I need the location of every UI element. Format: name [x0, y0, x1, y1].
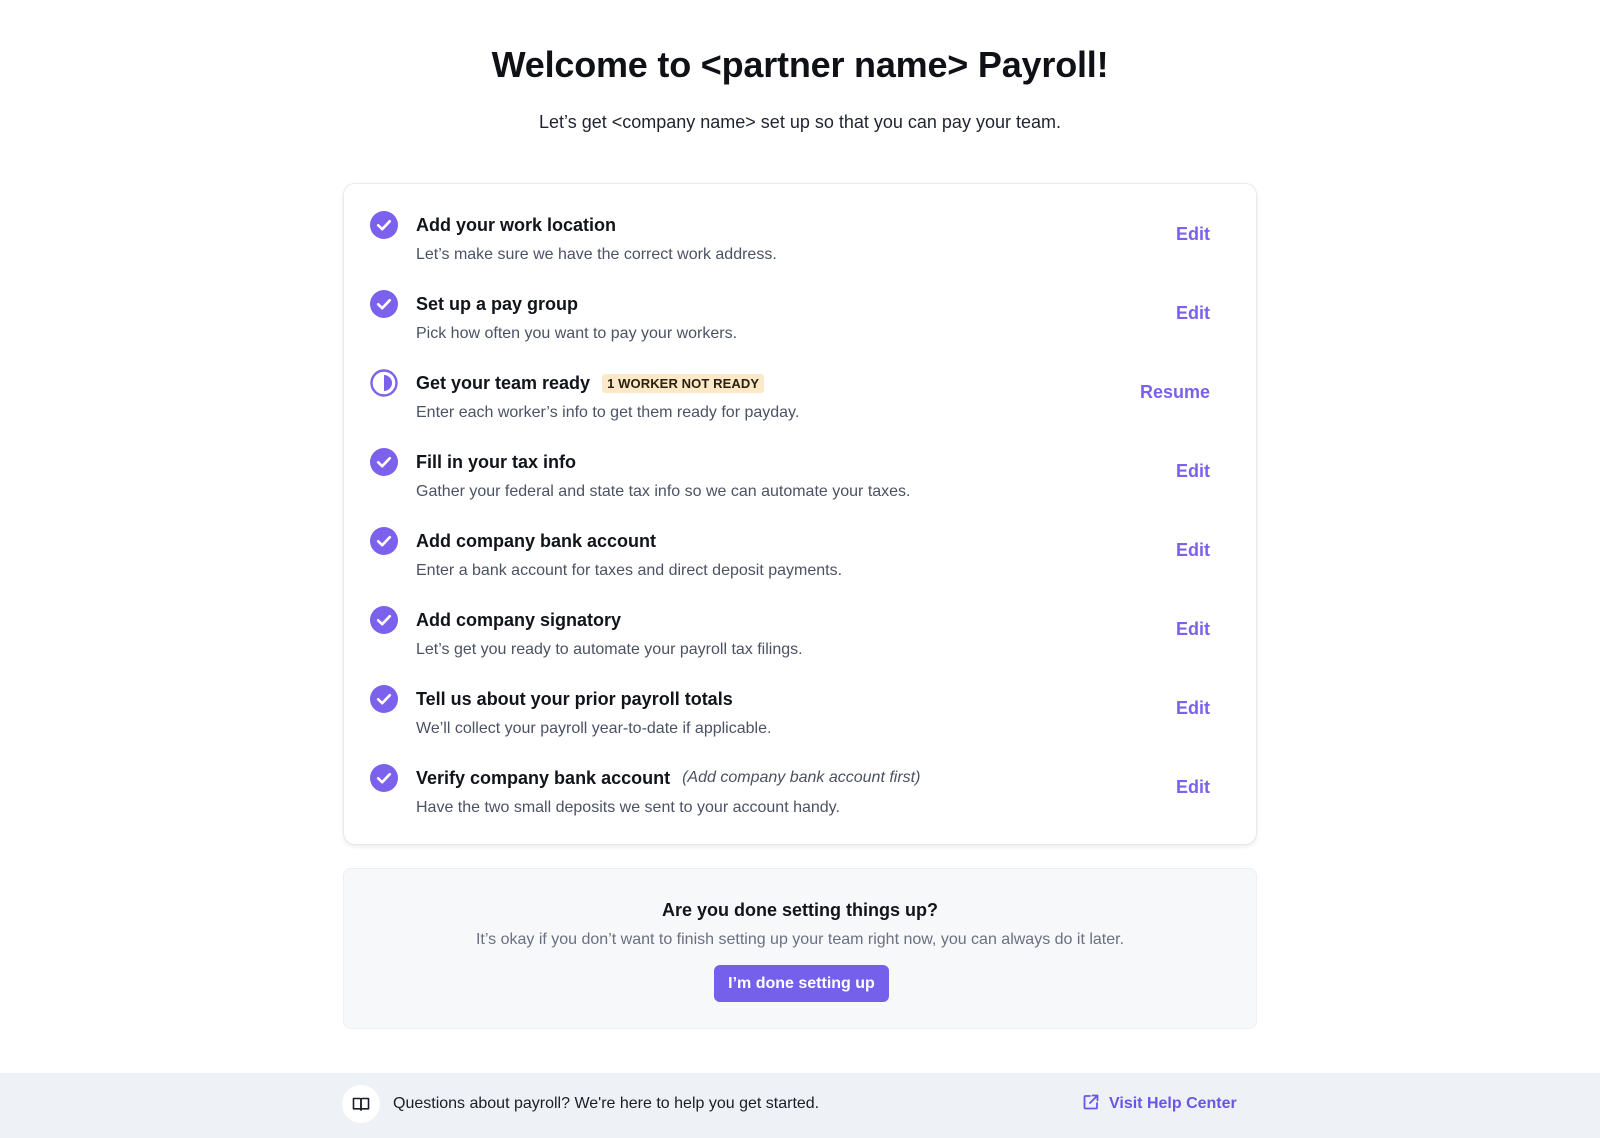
step-description: Let’s make sure we have the correct work…	[416, 246, 777, 263]
step-pay-group: Set up a pay group Pick how often you wa…	[344, 263, 1256, 342]
step-team-ready: Get your team ready 1 WORKER NOT READY E…	[344, 342, 1256, 421]
onboarding-page: Welcome to <partner name> Payroll! Let’s…	[0, 0, 1600, 1138]
setup-checklist: Add your work location Let’s make sure w…	[343, 183, 1257, 845]
done-panel-description: It’s okay if you don’t want to finish se…	[475, 931, 1125, 948]
visit-help-center-link[interactable]: Visit Help Center	[1082, 1092, 1237, 1116]
half-circle-icon	[370, 369, 398, 397]
status-badge: 1 WORKER NOT READY	[602, 373, 765, 393]
edit-verify-bank-button[interactable]: Edit	[1176, 777, 1210, 798]
step-note: (Add company bank account first)	[682, 769, 921, 786]
step-description: Let’s get you ready to automate your pay…	[416, 641, 803, 658]
step-name: Fill in your tax info	[416, 451, 577, 472]
check-circle-icon	[370, 211, 398, 239]
step-name: Set up a pay group	[416, 293, 579, 314]
edit-signatory-button[interactable]: Edit	[1176, 619, 1210, 640]
step-name: Add company signatory	[416, 609, 622, 630]
step-name: Add your work location	[416, 214, 617, 235]
page-subtitle: Let’s get <company name> set up so that …	[539, 112, 1061, 132]
done-panel-title: Are you done setting things up?	[662, 900, 938, 920]
step-description: Have the two small deposits we sent to y…	[416, 799, 840, 816]
step-description: Gather your federal and state tax info s…	[416, 483, 911, 500]
done-setting-up-button[interactable]: I’m done setting up	[714, 965, 889, 1002]
step-prior-payroll: Tell us about your prior payroll totals …	[344, 658, 1256, 737]
step-description: Pick how often you want to pay your work…	[416, 325, 738, 342]
help-footer: Questions about payroll? We're here to h…	[0, 1073, 1600, 1138]
step-description: Enter a bank account for taxes and direc…	[416, 562, 843, 579]
check-circle-icon	[370, 290, 398, 318]
step-verify-bank: Verify company bank account (Add company…	[344, 737, 1256, 816]
step-name: Verify company bank account	[416, 767, 671, 788]
step-name: Get your team ready	[416, 372, 591, 393]
check-circle-icon	[370, 527, 398, 555]
help-text: Questions about payroll? We're here to h…	[393, 1095, 820, 1112]
help-link-label: Visit Help Center	[1109, 1095, 1237, 1112]
edit-prior-payroll-button[interactable]: Edit	[1176, 698, 1210, 719]
step-description: Enter each worker’s info to get them rea…	[416, 404, 800, 421]
step-work-location: Add your work location Let’s make sure w…	[344, 184, 1256, 263]
book-icon	[342, 1085, 380, 1123]
step-tax-info: Fill in your tax info Gather your federa…	[344, 421, 1256, 500]
edit-work-location-button[interactable]: Edit	[1176, 224, 1210, 245]
check-circle-icon	[370, 764, 398, 792]
page-title: Welcome to <partner name> Payroll!	[491, 44, 1109, 85]
edit-tax-info-button[interactable]: Edit	[1176, 461, 1210, 482]
check-circle-icon	[370, 606, 398, 634]
step-description: We’ll collect your payroll year-to-date …	[416, 720, 772, 737]
external-link-icon	[1082, 1093, 1100, 1116]
resume-team-ready-button[interactable]: Resume	[1140, 382, 1210, 403]
edit-pay-group-button[interactable]: Edit	[1176, 303, 1210, 324]
step-name: Add company bank account	[416, 530, 657, 551]
step-signatory: Add company signatory Let’s get you read…	[344, 579, 1256, 658]
check-circle-icon	[370, 685, 398, 713]
step-bank-account: Add company bank account Enter a bank ac…	[344, 500, 1256, 579]
done-setting-up-panel: Are you done setting things up? It’s oka…	[343, 868, 1257, 1029]
check-circle-icon	[370, 448, 398, 476]
edit-bank-account-button[interactable]: Edit	[1176, 540, 1210, 561]
step-name: Tell us about your prior payroll totals	[416, 688, 733, 709]
